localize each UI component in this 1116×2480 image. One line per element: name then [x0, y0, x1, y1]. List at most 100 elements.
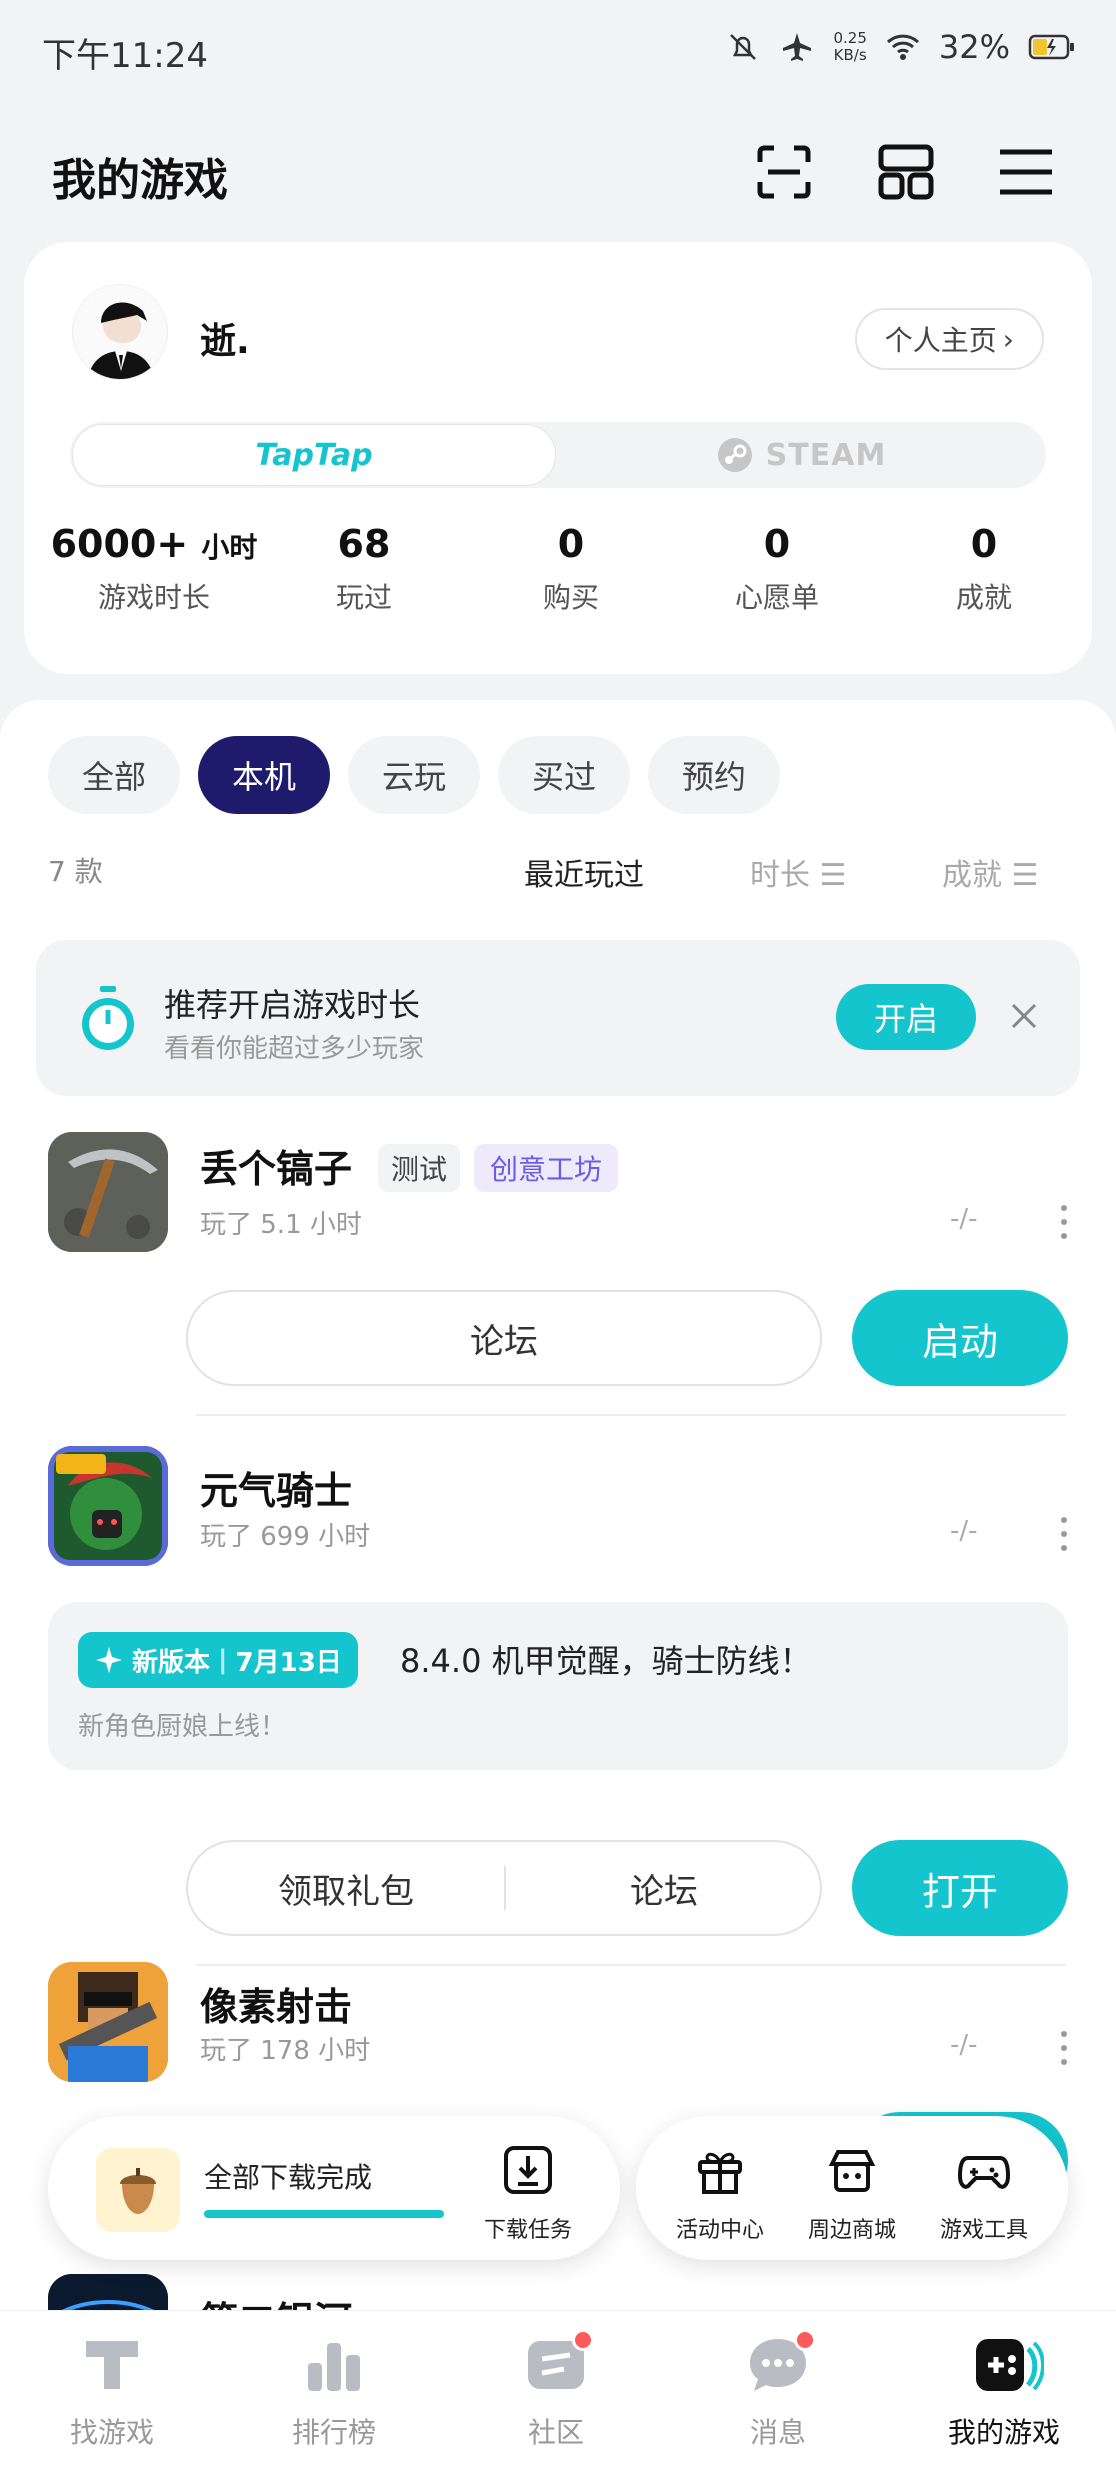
download-progress-bar [204, 2210, 444, 2218]
activity-center-button[interactable]: 活动中心 [660, 2144, 780, 2244]
sparkle-icon [96, 1647, 122, 1673]
nav-ranking[interactable]: 排行榜 [234, 2333, 434, 2451]
sort-duration[interactable]: 时长 ☰ [750, 850, 846, 894]
airplane-icon [783, 33, 812, 61]
more-options-icon[interactable] [1058, 1514, 1070, 1554]
game-tools-button[interactable]: 游戏工具 [924, 2144, 1044, 2244]
stat-playtime[interactable]: 6000+ 小时 游戏时长 [49, 522, 259, 616]
game-icon-pickaxe[interactable] [48, 1132, 168, 1252]
username: 逝. [200, 321, 250, 362]
status-icons: 0.25 KB/s 32% [725, 28, 1076, 66]
playtime-banner: 推荐开启游戏时长 看看你能超过多少玩家 开启 [36, 940, 1080, 1096]
news-headline: 8.4.0 机甲觉醒，骑士防线！ [400, 1642, 812, 1680]
action-group: 领取礼包 论坛 [186, 1840, 822, 1936]
stat-played[interactable]: 68 玩过 [259, 522, 469, 616]
download-status-text: 全部下载完成 [204, 2161, 373, 2194]
more-options-icon[interactable] [1058, 2028, 1070, 2068]
scan-button[interactable] [752, 140, 816, 204]
game-icon-pixel-gun[interactable] [48, 1962, 168, 2082]
avatar-image [73, 285, 167, 379]
divider [196, 1414, 1066, 1416]
tag-workshop: 创意工坊 [474, 1144, 618, 1192]
platform-tabs: TapTap STEAM [70, 422, 1046, 488]
tab-taptap[interactable]: TapTap [72, 424, 556, 486]
download-thumbnail [96, 2148, 180, 2232]
chevron-right-icon: › [1002, 322, 1014, 356]
new-version-badge: 新版本 | 7月13日 [78, 1632, 358, 1688]
play-time: 玩了 699 小时 [200, 1522, 371, 1552]
game-count: 7 款 [48, 855, 103, 888]
more-options-icon[interactable] [1058, 1202, 1070, 1242]
steam-icon [717, 438, 752, 472]
game-name[interactable]: 像素射击 [200, 1976, 352, 2031]
mute-bell-icon [730, 34, 757, 60]
stopwatch-icon [82, 986, 134, 1050]
page-header: 我的游戏 [0, 120, 1116, 220]
achievement-progress: -/- [950, 1204, 978, 1234]
claim-gift-button[interactable]: 领取礼包 [188, 1842, 504, 1934]
stat-purchased[interactable]: 0 购买 [466, 522, 676, 616]
store-icon [828, 2150, 876, 2192]
menu-button[interactable] [994, 140, 1058, 204]
quick-tools-bar: 活动中心 周边商城 游戏工具 [636, 2116, 1068, 2260]
chip-reserved[interactable]: 预约 [648, 736, 780, 814]
forum-button[interactable]: 论坛 [186, 1290, 822, 1386]
stat-achievements[interactable]: 0 成就 [879, 522, 1089, 616]
sort-achievements[interactable]: 成就 ☰ [942, 850, 1038, 894]
open-button[interactable]: 打开 [852, 1840, 1068, 1936]
steam-label: STEAM [765, 437, 887, 473]
download-tasks-button[interactable]: 下载任务 [468, 2144, 588, 2244]
layout-button[interactable] [874, 140, 938, 204]
wifi-icon [886, 34, 919, 60]
sort-recent[interactable]: 最近玩过 [524, 850, 644, 894]
my-games-gamepad-icon [976, 2339, 1045, 2391]
game-name[interactable]: 丢个镐子 [200, 1138, 352, 1193]
tab-steam[interactable]: STEAM [556, 422, 1046, 488]
menu-icon [1000, 149, 1052, 195]
nav-find-games[interactable]: 找游戏 [12, 2333, 212, 2451]
game-icon-soul-knight[interactable] [48, 1446, 168, 1566]
network-speed: 0.25 KB/s [833, 29, 867, 64]
nav-messages[interactable]: 消息 [678, 2329, 878, 2451]
homepage-label: 个人主页 [884, 324, 997, 357]
divider [196, 1964, 1066, 1966]
gift-icon [698, 2152, 742, 2194]
nav-community[interactable]: 社区 [456, 2329, 656, 2451]
game-name[interactable]: 元气骑士 [200, 1460, 352, 1515]
merch-store-button[interactable]: 周边商城 [792, 2144, 912, 2244]
battery-icon [1028, 34, 1074, 60]
update-news-card[interactable]: 新版本 | 7月13日 8.4.0 机甲觉醒，骑士防线！ 新角色厨娘上线！ [48, 1602, 1068, 1770]
chip-bought[interactable]: 买过 [498, 736, 630, 814]
download-status-bar[interactable]: 全部下载完成 下载任务 [48, 2116, 620, 2260]
pixel-gun-icon [48, 1962, 168, 2082]
notification-dot [572, 2329, 594, 2351]
avatar[interactable] [72, 284, 168, 380]
achievement-progress: -/- [950, 1516, 978, 1546]
chip-cloud[interactable]: 云玩 [348, 736, 480, 814]
enable-button[interactable]: 开启 [836, 984, 976, 1050]
sort-icon: ☰ [1011, 858, 1039, 893]
battery-percent: 32% [938, 28, 1010, 66]
forum-button[interactable]: 论坛 [506, 1842, 822, 1934]
launch-button[interactable]: 启动 [852, 1290, 1068, 1386]
close-icon [1011, 1003, 1037, 1029]
bottom-navigation: 找游戏 排行榜 社区 消息 我的游戏 [0, 2310, 1116, 2480]
page-title: 我的游戏 [52, 155, 228, 206]
download-icon [504, 2146, 552, 2194]
gamepad-icon [957, 2156, 1011, 2189]
stats-row: 6000+ 小时 游戏时长 68 玩过 0 购买 0 心愿单 0 成就 [24, 522, 1092, 642]
nav-my-games[interactable]: 我的游戏 [904, 2333, 1104, 2451]
tag-test: 测试 [378, 1144, 460, 1192]
sort-icon: ☰ [819, 858, 847, 893]
stat-wishlist[interactable]: 0 心愿单 [672, 522, 882, 616]
close-banner-button[interactable] [1004, 996, 1044, 1036]
notification-dot [794, 2329, 816, 2351]
homepage-button[interactable]: 个人主页 › [854, 308, 1044, 370]
profile-card: 逝. 个人主页 › TapTap STEAM 6000+ 小时 游戏时长 68 … [24, 242, 1092, 674]
chip-local[interactable]: 本机 [198, 736, 330, 814]
play-time: 玩了 5.1 小时 [200, 1210, 362, 1240]
chip-all[interactable]: 全部 [48, 736, 180, 814]
status-time: 下午11:24 [42, 36, 208, 76]
banner-title: 推荐开启游戏时长 [164, 986, 421, 1024]
news-subtitle: 新角色厨娘上线！ [78, 1712, 287, 1742]
